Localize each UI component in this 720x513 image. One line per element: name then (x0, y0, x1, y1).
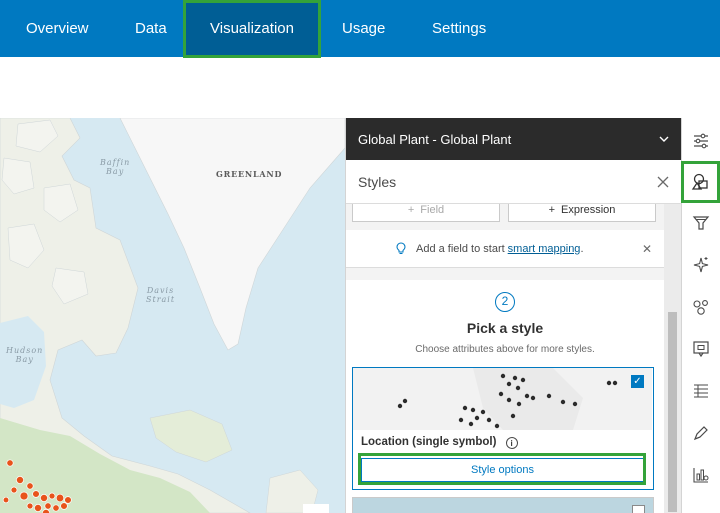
step-number-badge: 2 (495, 292, 515, 312)
map-label-hudson-bay: Hudson Bay (6, 346, 44, 364)
style-card-location-single-symbol[interactable]: ✓ Location (single symbol) i Style optio… (352, 367, 654, 490)
attribute-buttons: + Field + Expression (352, 204, 656, 222)
tab-usage[interactable]: Usage (342, 0, 385, 57)
selected-checkbox[interactable]: ✓ (631, 375, 644, 388)
style-card-next[interactable] (352, 497, 654, 513)
clustering-icon[interactable] (690, 296, 712, 318)
pick-style-title: Pick a style (466, 320, 544, 336)
effects-icon[interactable] (690, 254, 712, 276)
map-label-davis-strait: Davis Strait (146, 286, 176, 304)
info-icon[interactable]: i (505, 437, 518, 449)
hint-text: Add a field to start (416, 242, 505, 255)
plus-icon: + (407, 204, 415, 216)
add-expression-button[interactable]: + Expression (508, 204, 656, 222)
charts-icon[interactable] (690, 464, 712, 486)
basemap (0, 118, 345, 513)
labels-icon[interactable] (690, 422, 712, 444)
lightbulb-icon (396, 242, 406, 254)
style-preview-thumbnail: ✓ (353, 368, 652, 430)
tab-settings[interactable]: Settings (432, 0, 486, 57)
pick-style-subtitle: Choose attributes above for more styles. (415, 344, 595, 355)
map-label-baffin-bay: Baffin Bay (100, 158, 131, 176)
tab-visualization[interactable]: Visualization (186, 0, 318, 57)
popups-icon[interactable] (690, 338, 712, 360)
filter-icon[interactable] (690, 212, 712, 234)
pick-style-section: 2 Pick a style Choose attributes above f… (346, 280, 664, 513)
layer-selector[interactable]: Global Plant - Global Plant (346, 118, 681, 160)
tab-data[interactable]: Data (135, 0, 167, 57)
style-name-label: Location (single symbol) i (361, 436, 518, 449)
plus-icon: + (548, 204, 555, 216)
map-view[interactable]: Baffin Bay GREENLAND Davis Strait Hudson Ba… (0, 118, 345, 513)
panel-scrollbar[interactable] (664, 204, 681, 513)
right-toolbar (681, 118, 720, 513)
smart-mapping-link[interactable]: smart mapping (508, 243, 581, 255)
add-field-button[interactable]: + Field (352, 204, 500, 222)
map-label-greenland: GREENLAND (216, 169, 283, 179)
dismiss-hint-icon[interactable]: ✕ (642, 242, 652, 256)
styles-section-header: Styles (346, 160, 681, 204)
properties-icon[interactable] (690, 130, 712, 152)
unselected-checkbox[interactable] (632, 505, 645, 513)
close-icon[interactable] (657, 176, 669, 188)
fields-icon[interactable] (690, 380, 712, 402)
scrollbar-thumb[interactable] (668, 312, 677, 512)
styles-panel: Global Plant - Global Plant Styles + Fie… (345, 118, 681, 513)
preview-map (353, 368, 652, 430)
tab-overview[interactable]: Overview (26, 0, 89, 57)
smart-mapping-hint: Add a field to start smart mapping . ✕ (346, 230, 664, 268)
layer-title: Global Plant - Global Plant (358, 131, 512, 147)
styles-scroll-area[interactable]: + Field + Expression Add a field to star… (346, 204, 664, 513)
chevron-down-icon (659, 136, 669, 142)
styles-icon[interactable] (690, 171, 712, 193)
top-navigation: Overview Data Visualization Usage Settin… (0, 0, 720, 57)
style-options-button[interactable]: Style options (361, 458, 644, 482)
styles-title: Styles (358, 173, 397, 190)
